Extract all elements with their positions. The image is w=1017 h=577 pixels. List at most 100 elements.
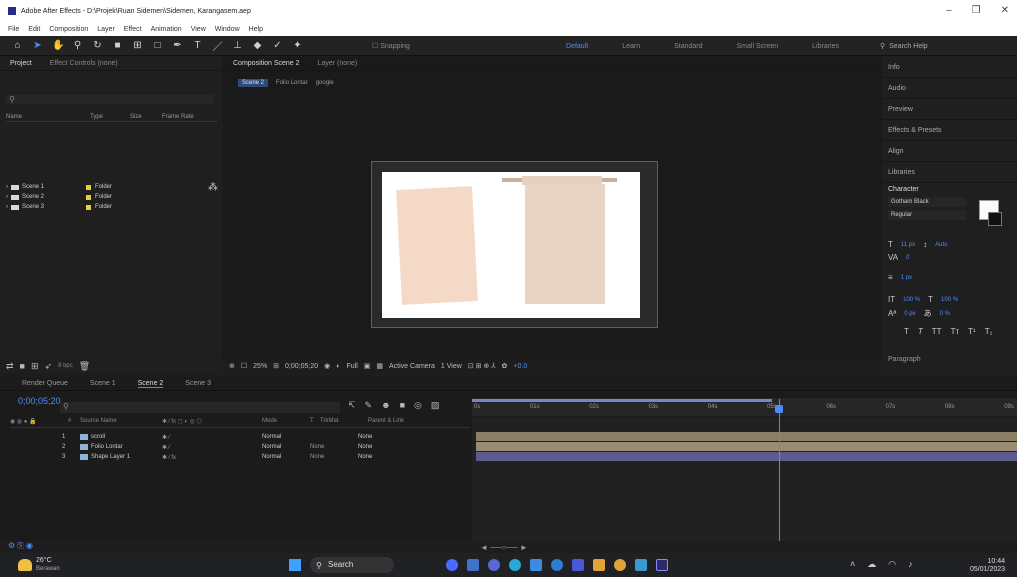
chevron-right-icon[interactable]: ›	[6, 194, 8, 200]
chrome-icon[interactable]	[614, 559, 626, 571]
layer-switches-header[interactable]: ✱ ⁄ fx ◻ ◐ ◎ ⬡	[162, 418, 262, 427]
workspace-libraries[interactable]: Libraries	[812, 43, 839, 50]
frame-blending-icon[interactable]: ■	[400, 400, 405, 411]
taskbar-app-icon[interactable]	[635, 559, 647, 571]
menu-effect[interactable]: Effect	[124, 26, 142, 33]
layer-switches[interactable]: ✱ ⁄	[162, 444, 262, 451]
tsume-value[interactable]: 0 %	[940, 311, 950, 317]
tracking-value[interactable]: 0	[906, 255, 909, 261]
brush-tool-icon[interactable]: ／	[212, 38, 223, 53]
cloud-icon[interactable]: ☁	[867, 559, 876, 570]
weather-widget[interactable]: 26°C Berawan	[36, 557, 60, 573]
column-frame-rate[interactable]: Frame Rate	[162, 114, 202, 121]
layer-mode-dropdown[interactable]: Normal	[262, 444, 310, 450]
pan-behind-tool-icon[interactable]: ⊞	[132, 40, 143, 51]
transparency-grid-icon[interactable]: ▦	[376, 362, 383, 370]
exposure-value[interactable]: +0.0	[513, 363, 527, 370]
chevron-right-icon[interactable]: ›	[6, 184, 8, 190]
tab-project[interactable]: Project	[10, 60, 32, 67]
close-icon[interactable]: ✕	[1001, 5, 1009, 16]
layer-name[interactable]: Shape Layer 1	[91, 454, 130, 460]
windows-start-icon[interactable]	[289, 559, 301, 571]
font-family-dropdown[interactable]: Gotham Black	[888, 197, 966, 207]
camera-dropdown[interactable]: Active Camera	[389, 363, 435, 370]
table-row[interactable]: 2 Folio Lontar ✱ ⁄ Normal None None	[10, 442, 472, 452]
small-caps-icon[interactable]: Tт	[951, 327, 960, 336]
menu-animation[interactable]: Animation	[151, 26, 182, 33]
label-color-swatch[interactable]	[86, 204, 91, 210]
layer-switches[interactable]: ✱ ⁄ fx	[162, 454, 262, 461]
horizontal-scale-value[interactable]: 100 %	[941, 297, 958, 303]
project-item[interactable]: › Scene 1 Folder	[6, 182, 218, 192]
tab-scene-2[interactable]: Scene 2	[137, 380, 164, 388]
rotate-tool-icon[interactable]: ↻	[92, 40, 103, 51]
views-dropdown[interactable]: 1 View	[441, 363, 462, 370]
table-row[interactable]: 3 Shape Layer 1 ✱ ⁄ fx Normal None None	[10, 452, 472, 462]
column-mode[interactable]: Mode	[262, 418, 310, 427]
hand-tool-icon[interactable]: ✋	[52, 40, 64, 51]
subscript-icon[interactable]: T₁	[985, 327, 993, 336]
composition-viewer[interactable]	[371, 161, 658, 328]
tab-render-queue[interactable]: Render Queue	[22, 380, 68, 387]
show-channel-icon[interactable]: ◐	[336, 363, 340, 370]
grid-icon[interactable]: ⊞	[273, 362, 279, 370]
composition-flowchart-icon[interactable]: ↸	[348, 400, 356, 411]
column-source-name[interactable]: Source Name	[80, 418, 162, 427]
minimize-icon[interactable]: –	[946, 5, 952, 16]
column-t[interactable]: T	[310, 418, 320, 427]
taskbar-clock[interactable]: 10:44 05/01/2023	[970, 558, 1005, 574]
layer-mode-dropdown[interactable]: Normal	[262, 434, 310, 440]
layer-parent-dropdown[interactable]: None	[358, 454, 418, 460]
taskbar-app-icon[interactable]	[572, 559, 584, 571]
faux-italic-icon[interactable]: T	[918, 327, 923, 336]
motion-blur-icon[interactable]: ◎	[414, 400, 422, 411]
timeline-zoom-slider[interactable]: ◄ ──○── ►	[480, 543, 528, 552]
layer-switches[interactable]: ✱ ⁄	[162, 434, 262, 441]
tab-scene-3[interactable]: Scene 3	[185, 380, 211, 387]
menu-layer[interactable]: Layer	[97, 26, 115, 33]
workspace-default[interactable]: Default	[566, 43, 588, 50]
shy-layers-icon[interactable]: ☻	[381, 400, 390, 411]
render-icon[interactable]: ➶	[45, 361, 53, 372]
roto-tool-icon[interactable]: ✓	[272, 40, 283, 51]
layer-duration-bar[interactable]	[476, 442, 1017, 451]
mask-visibility-icon[interactable]: ☐	[241, 362, 247, 370]
chevron-up-icon[interactable]: ˄	[850, 559, 855, 570]
paragraph-panel-title[interactable]: Paragraph	[888, 356, 921, 363]
layer-duration-bar[interactable]	[476, 452, 1017, 461]
chevron-right-icon[interactable]: ›	[6, 204, 8, 210]
home-icon[interactable]: ⌂	[12, 40, 23, 51]
store-icon[interactable]	[530, 559, 542, 571]
weather-icon[interactable]	[18, 559, 32, 571]
project-item[interactable]: › Scene 3 Folder	[6, 202, 218, 212]
menu-view[interactable]: View	[191, 26, 206, 33]
menu-composition[interactable]: Composition	[49, 26, 88, 33]
column-trkmat[interactable]: TrkMat	[320, 418, 368, 427]
graph-editor-icon[interactable]: ▨	[431, 400, 440, 411]
volume-icon[interactable]: ♪	[908, 559, 913, 570]
panel-info[interactable]: Info	[882, 57, 1017, 78]
region-icon[interactable]: ▣	[364, 362, 371, 370]
panel-audio[interactable]: Audio	[882, 78, 1017, 99]
stroke-width-value[interactable]: 1 px	[901, 275, 912, 281]
snapshot-icon[interactable]: ◉	[324, 362, 330, 370]
project-item[interactable]: › Scene 2 Folder	[6, 192, 218, 202]
search-help-field[interactable]: ⚲ Search Help	[880, 40, 1000, 52]
taskbar-app-icon[interactable]	[488, 559, 500, 571]
playhead-line[interactable]	[779, 399, 780, 541]
leading-value[interactable]: Auto	[935, 242, 947, 248]
reset-exposure-icon[interactable]: ✿	[502, 362, 508, 370]
panel-align[interactable]: Align	[882, 141, 1017, 162]
zoom-dropdown[interactable]: 25%	[253, 363, 267, 370]
interpret-footage-icon[interactable]: ⇄	[6, 361, 14, 372]
vertical-scale-value[interactable]: 100 %	[903, 297, 920, 303]
shape-tool-icon[interactable]: □	[152, 40, 163, 51]
all-caps-icon[interactable]: TT	[932, 327, 942, 336]
faux-bold-icon[interactable]: T	[904, 327, 909, 336]
baseline-shift-value[interactable]: 0 px	[904, 311, 915, 317]
workspace-learn[interactable]: Learn	[622, 43, 640, 50]
menu-edit[interactable]: Edit	[28, 26, 40, 33]
new-composition-icon[interactable]: ⊞	[31, 361, 39, 372]
edge-browser-icon[interactable]	[509, 559, 521, 571]
breadcrumb-scene[interactable]: Scene 2	[238, 79, 269, 87]
